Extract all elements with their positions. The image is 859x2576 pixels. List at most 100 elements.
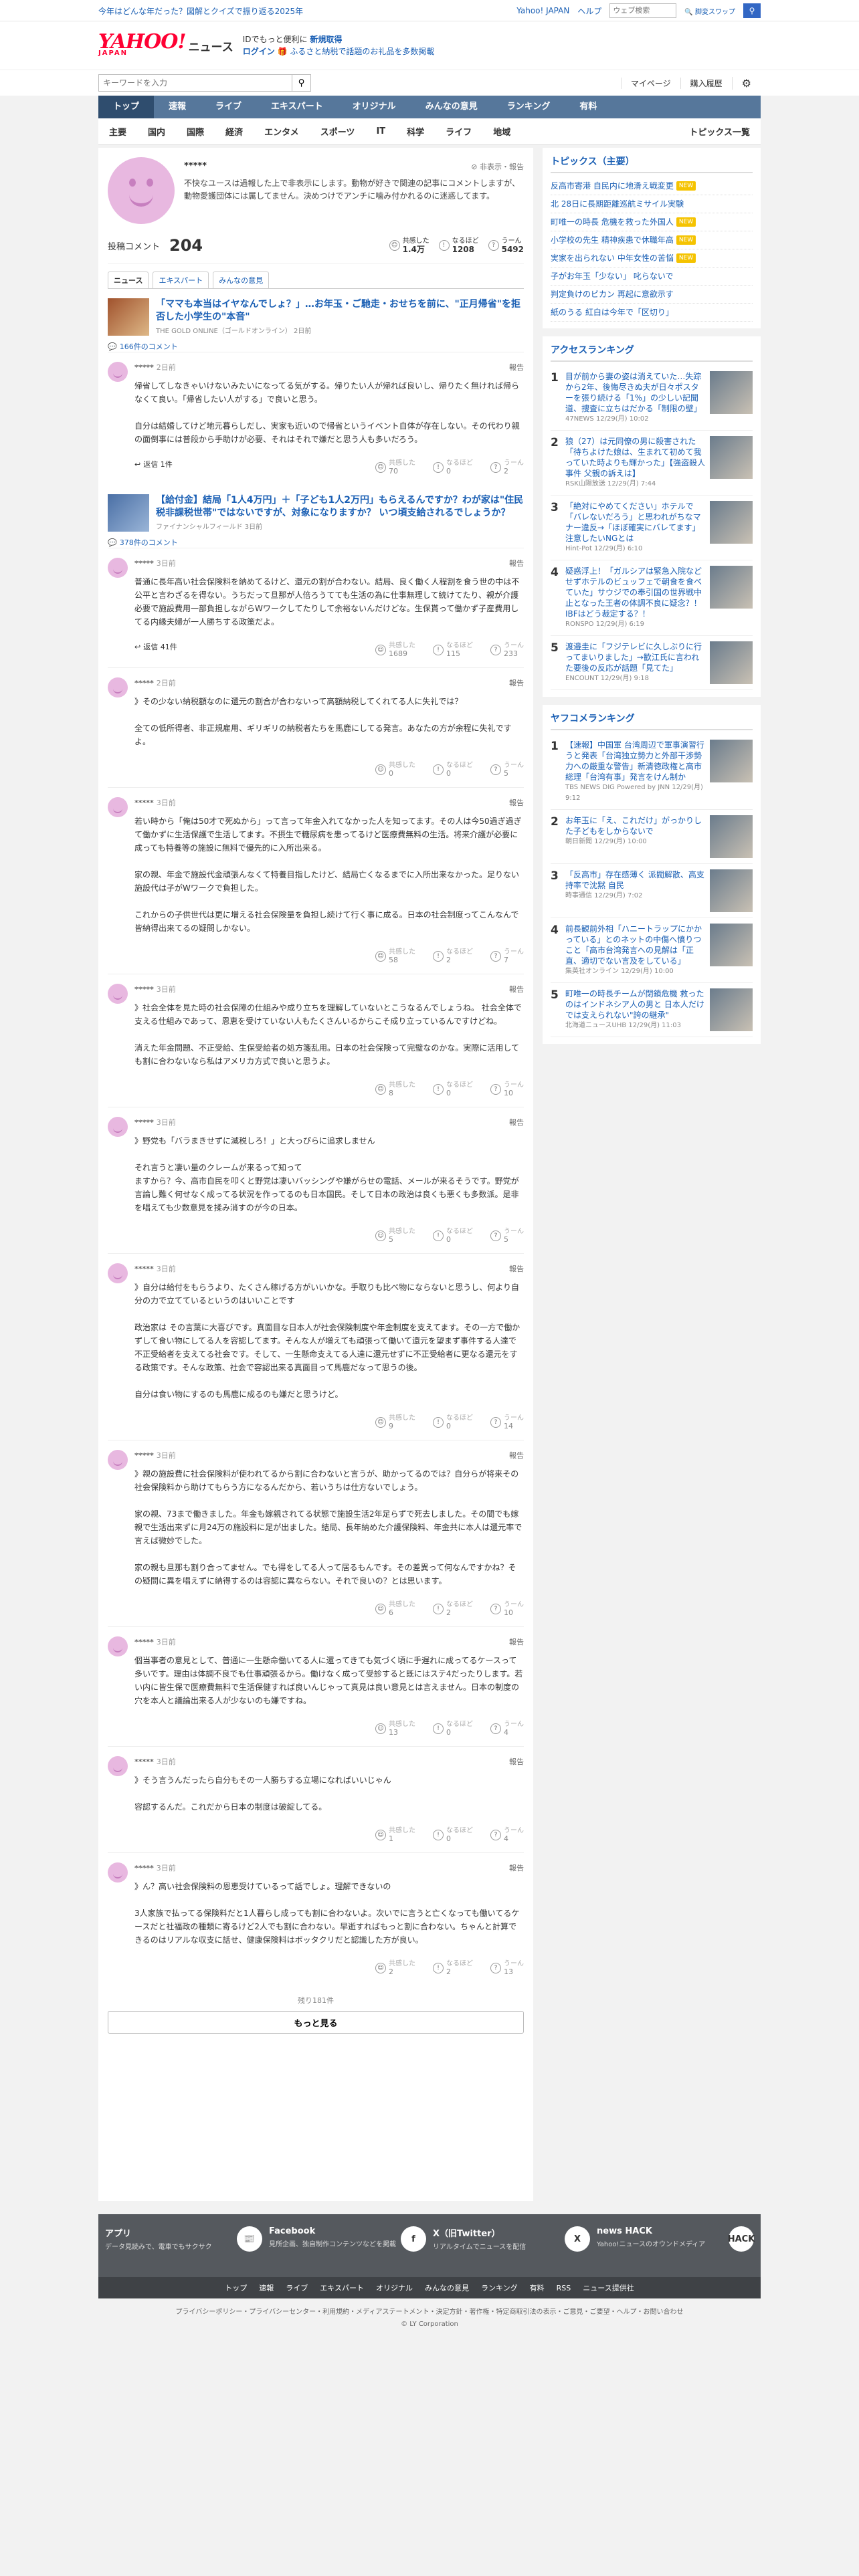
tab-opinions[interactable]: みんなの意見: [213, 272, 270, 288]
report-link[interactable]: 報告: [509, 1450, 524, 1461]
doubt-button[interactable]: ? うーん 5: [490, 762, 524, 778]
ranking-item[interactable]: 4 疑惑浮上！「ガルシアは緊急入院などせずホテルのビュッフェで朝食を食べていた」サ…: [551, 560, 753, 636]
ranking-item[interactable]: 5 渡邉圭に「フジテレビに久しぶりに行ってまいりました」→歓江氏に言われた要後の反…: [551, 636, 753, 690]
footer-col[interactable]: X（旧Twitter） リアルタイムでニュースを配信 X: [433, 2226, 590, 2265]
gear-icon[interactable]: ⚙: [731, 76, 761, 90]
topic-item[interactable]: 判定負けのビカン 再起に意欲示す: [551, 286, 753, 304]
empathy-button[interactable]: ☺ 共感した 6: [375, 1601, 415, 1617]
nav-breaking[interactable]: 速報: [154, 96, 201, 118]
insight-button[interactable]: ! なるほど 0: [433, 1081, 473, 1097]
empathy-button[interactable]: ☺ 共感した 8: [375, 1081, 415, 1097]
insight-button[interactable]: ! なるほど 0: [433, 459, 473, 475]
ranking-item[interactable]: 3 「反高市」存在感薄く 派閥解散、高支持率で沈黙 自民 時事通信 12/29(月)…: [551, 864, 753, 918]
doubt-button[interactable]: ? うーん 4: [490, 1721, 524, 1737]
topic-item[interactable]: 町唯一の時長 危機を救った外国人 NEW: [551, 213, 753, 231]
footer-link[interactable]: 有料: [530, 2282, 545, 2293]
insight-button[interactable]: ! なるほど 0: [433, 1228, 473, 1244]
insight-button[interactable]: ! なるほど 115: [433, 642, 473, 658]
empathy-button[interactable]: ☺ 共感した 13: [375, 1721, 415, 1737]
empathy-button[interactable]: ☺ 共感した 5: [375, 1228, 415, 1244]
article-thumbnail[interactable]: [108, 298, 149, 336]
footer-link[interactable]: RSS: [557, 2284, 571, 2292]
cat-domestic[interactable]: 国内: [137, 125, 176, 138]
report-link[interactable]: 報告: [509, 984, 524, 994]
doubt-button[interactable]: ? うーん 2: [490, 459, 524, 475]
footer-col[interactable]: Facebook 見所企画、独自制作コンテンツなどを掲載 f: [269, 2226, 426, 2265]
doubt-button[interactable]: ? うーん 14: [490, 1414, 524, 1430]
empathy-button[interactable]: ☺ 共感した 9: [375, 1414, 415, 1430]
ranking-item[interactable]: 2 狼（27）は元同僚の男に殺害された「待ちよけた娘は、生まれて初めて我っていた時…: [551, 431, 753, 496]
cat-main[interactable]: 主要: [98, 125, 137, 138]
nav-live[interactable]: ライブ: [201, 96, 256, 118]
empathy-button[interactable]: ☺ 共感した 0: [375, 762, 415, 778]
doubt-button[interactable]: ? うーん 7: [490, 948, 524, 964]
doubt-button[interactable]: ? うーん 4: [490, 1827, 524, 1843]
report-link[interactable]: 報告: [509, 797, 524, 808]
article-thumbnail[interactable]: [108, 494, 149, 532]
login-link[interactable]: ログイン: [243, 47, 275, 56]
topics-list-link[interactable]: トピックス一覧: [678, 125, 761, 138]
mypage-link[interactable]: マイページ: [620, 77, 680, 89]
insight-button[interactable]: ! なるほど 2: [433, 1960, 473, 1976]
ranking-item[interactable]: 4 前長観前外相「ハニートラップにかかっている」とのネットの中傷へ憤りつこと「高市…: [551, 918, 753, 983]
topic-item[interactable]: 反高市寄港 自民内に地滑え戦変更 NEW: [551, 177, 753, 195]
doubt-button[interactable]: ? うーん 10: [490, 1081, 524, 1097]
report-link[interactable]: 報告: [509, 1862, 524, 1873]
empathy-button[interactable]: ☺ 共感した 58: [375, 948, 415, 964]
purchase-history-link[interactable]: 購入履歴: [680, 77, 732, 89]
cat-local[interactable]: 地域: [482, 125, 521, 138]
footer-link[interactable]: トップ: [225, 2282, 247, 2293]
web-search-button[interactable]: ⚲: [743, 3, 761, 18]
footer-link[interactable]: ランキング: [481, 2282, 518, 2293]
reply-link[interactable]: ↩ 返信 41件: [134, 641, 177, 652]
nav-expert[interactable]: エキスパート: [256, 96, 338, 118]
doubt-button[interactable]: ? うーん 5: [490, 1228, 524, 1244]
cat-entertainment[interactable]: エンタメ: [254, 125, 310, 138]
nav-opinions[interactable]: みんなの意見: [411, 96, 492, 118]
tab-expert[interactable]: エキスパート: [153, 272, 209, 288]
footer-col[interactable]: news HACK Yahoo!ニュースのオウンドメディア HACK: [597, 2226, 755, 2265]
footer-col[interactable]: アプリ データ見読みで、電車でもサクサク 📰: [105, 2226, 262, 2265]
cat-life[interactable]: ライフ: [435, 125, 482, 138]
topic-item[interactable]: 紙のうる 紅白は今年で「区切り」: [551, 304, 753, 322]
ranking-item[interactable]: 5 町唯一の時長チームが閉鎖危機 救ったのはインドネシア人の男と 日本人だけでは支…: [551, 983, 753, 1037]
nav-ranking[interactable]: ランキング: [492, 96, 565, 118]
report-link[interactable]: 報告: [509, 1117, 524, 1128]
insight-button[interactable]: ! なるほど 2: [433, 1601, 473, 1617]
topic-item[interactable]: 実家を出られない 中年女性の苦悩 NEW: [551, 249, 753, 267]
empathy-button[interactable]: ☺ 共感した 1689: [375, 642, 415, 658]
footer-link[interactable]: 速報: [259, 2282, 274, 2293]
insight-button[interactable]: ! なるほど 0: [433, 1414, 473, 1430]
furusato-link[interactable]: ふるさと納税で話題のお礼品を多数掲載: [290, 47, 434, 56]
doubt-button[interactable]: ? うーん 233: [490, 642, 524, 658]
empathy-button[interactable]: ☺ 共感した 70: [375, 459, 415, 475]
tab-news[interactable]: ニュース: [108, 272, 149, 288]
cat-sports[interactable]: スポーツ: [310, 125, 366, 138]
help-link[interactable]: ヘルプ: [577, 5, 601, 17]
hide-report-link[interactable]: ⊘ 非表示・報告: [471, 161, 524, 172]
signup-link[interactable]: 新規取得: [310, 35, 342, 44]
report-link[interactable]: 報告: [509, 1756, 524, 1767]
load-more-button[interactable]: もっと見る: [108, 2011, 524, 2034]
insight-button[interactable]: ! なるほど 2: [433, 948, 473, 964]
comment-count-link[interactable]: 💬 378件のコメント: [108, 537, 524, 548]
extra-search-link[interactable]: 🔍 脚変スワップ: [684, 6, 735, 16]
report-link[interactable]: 報告: [509, 677, 524, 688]
keyword-input[interactable]: [98, 74, 292, 92]
doubt-button[interactable]: ? うーん 13: [490, 1960, 524, 1976]
topic-item[interactable]: 北 28日に長期距離巡航ミサイル実験: [551, 195, 753, 213]
doubt-button[interactable]: ? うーん 10: [490, 1601, 524, 1617]
nav-top[interactable]: トップ: [98, 96, 155, 118]
footer-link[interactable]: エキスパート: [320, 2282, 364, 2293]
topic-item[interactable]: 小学校の先生 精神疾患で休職年高 NEW: [551, 231, 753, 249]
nav-paid[interactable]: 有料: [565, 96, 611, 118]
cat-science[interactable]: 科学: [396, 125, 435, 138]
insight-button[interactable]: ! なるほど 0: [433, 762, 473, 778]
yahoo-logo[interactable]: YAHOO! JAPAN: [98, 32, 187, 57]
comment-count-link[interactable]: 💬 166件のコメント: [108, 341, 524, 352]
ranking-item[interactable]: 1 目が前から妻の姿は消えていた…失踪から2年、後悔尽きぬ夫が日々ポスターを張り続…: [551, 366, 753, 431]
cat-world[interactable]: 国際: [176, 125, 215, 138]
footer-link[interactable]: ニュース提供社: [583, 2282, 634, 2293]
footer-link[interactable]: オリジナル: [376, 2282, 413, 2293]
article-title[interactable]: 【給付金】結局「1人4万円」＋「子ども1人2万円」もらえるんですか？わが家は"住…: [156, 494, 524, 520]
